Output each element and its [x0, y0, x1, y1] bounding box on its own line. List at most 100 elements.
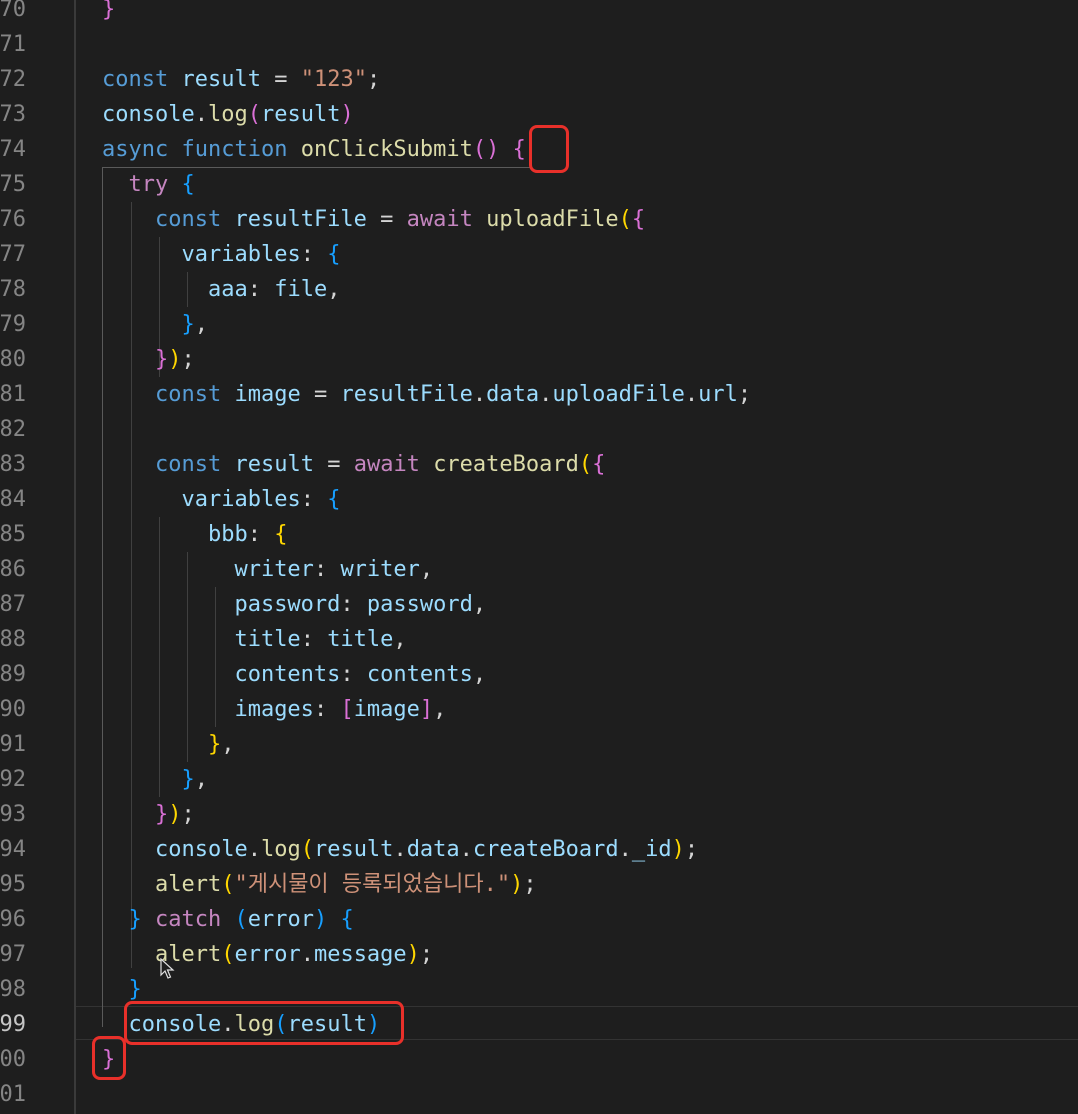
code-line[interactable]: 71 — [0, 27, 1078, 62]
code-line[interactable]: 70} — [0, 0, 1078, 27]
code-token: password — [366, 592, 473, 617]
code-line[interactable]: 81 const image = resultFile.data.uploadF… — [0, 377, 1078, 412]
line-number: 70 — [0, 0, 26, 22]
line-number: 73 — [0, 102, 26, 127]
code-token: : — [313, 557, 341, 582]
code-line[interactable]: 86 writer: writer, — [0, 552, 1078, 587]
code-token: ( — [234, 907, 248, 932]
code-line[interactable]: 96 } catch (error) { — [0, 902, 1078, 937]
line-number: 93 — [0, 802, 26, 827]
code-token: , — [327, 277, 341, 302]
code-token: ) — [510, 872, 524, 897]
code-line[interactable]: 91 }, — [0, 727, 1078, 762]
code-token: = — [313, 452, 354, 477]
code-token: } — [181, 767, 195, 792]
code-text: aaa: file, — [102, 272, 340, 307]
code-token: error — [247, 907, 314, 932]
code-text: variables: { — [102, 237, 340, 272]
code-token: . — [459, 837, 473, 862]
line-number: 80 — [0, 347, 26, 372]
line-number: 76 — [0, 207, 26, 232]
code-line[interactable]: 88 title: title, — [0, 622, 1078, 657]
highlight-open-brace — [529, 125, 569, 173]
code-line[interactable]: 85 bbb: { — [0, 517, 1078, 552]
code-line[interactable]: 90 images: [image], — [0, 692, 1078, 727]
code-text: const image = resultFile.data.uploadFile… — [102, 377, 751, 412]
code-text: contents: contents, — [102, 657, 486, 692]
code-token: createBoard — [472, 837, 619, 862]
code-token: } — [128, 907, 142, 932]
code-line[interactable]: 101 — [0, 1077, 1078, 1112]
code-token: . — [300, 942, 314, 967]
code-line[interactable]: 78 aaa: file, — [0, 272, 1078, 307]
code-token: const — [154, 382, 222, 407]
line-number: 100 — [0, 1047, 26, 1072]
code-token: , — [472, 662, 487, 687]
code-token: , — [472, 592, 487, 617]
code-line[interactable]: 79 }, — [0, 307, 1078, 342]
line-number: 88 — [0, 627, 26, 652]
code-token: { — [327, 487, 341, 512]
code-token: createBoard — [433, 452, 579, 477]
code-line[interactable]: 77 variables: { — [0, 237, 1078, 272]
code-token: ) — [406, 942, 420, 967]
code-line[interactable]: 76 const resultFile = await uploadFile({ — [0, 202, 1078, 237]
line-number: 83 — [0, 452, 26, 477]
code-line[interactable]: 83 const result = await createBoard({ — [0, 447, 1078, 482]
code-text: bbb: { — [102, 517, 288, 552]
code-text: title: title, — [102, 622, 407, 657]
code-token: ) — [168, 802, 182, 827]
code-token: : — [300, 487, 328, 512]
code-line[interactable]: 80 }); — [0, 342, 1078, 377]
code-line[interactable]: 87 password: password, — [0, 587, 1078, 622]
code-token: result — [260, 102, 341, 127]
code-line[interactable]: 93 }); — [0, 797, 1078, 832]
code-token: , — [393, 627, 407, 652]
code-line[interactable]: 92 }, — [0, 762, 1078, 797]
code-line[interactable]: 72 const result = "123"; — [0, 62, 1078, 97]
code-token: { — [592, 452, 606, 477]
code-token: . — [539, 382, 553, 407]
code-text: writer: writer, — [102, 552, 433, 587]
code-text: async function onClickSubmit() { — [102, 132, 526, 167]
line-number: 96 — [0, 907, 26, 932]
code-token: log — [260, 837, 301, 862]
code-line[interactable]: 100} — [0, 1042, 1078, 1077]
code-token: contents — [234, 662, 341, 687]
code-token: "게시물이 등록되었습니다." — [234, 872, 511, 897]
code-editor[interactable]: 70} 71 72 const result = "123"; 73 console.lo… — [0, 0, 1078, 1114]
code-token: ; — [366, 67, 381, 92]
line-number: 99 — [0, 1012, 26, 1037]
code-line[interactable]: 95 alert("게시물이 등록되었습니다."); — [0, 867, 1078, 902]
code-text: }); — [102, 797, 195, 832]
line-number: 91 — [0, 732, 26, 757]
code-line[interactable]: 94 console.log(result.data.createBoard._… — [0, 832, 1078, 867]
code-token: console — [102, 102, 195, 127]
code-token: ) — [313, 907, 328, 932]
line-number: 87 — [0, 592, 26, 617]
code-token: ( — [221, 942, 235, 967]
code-line[interactable]: 84 variables: { — [0, 482, 1078, 517]
code-token: : — [340, 592, 367, 617]
code-line[interactable]: 82 — [0, 412, 1078, 447]
code-line[interactable]: 89 contents: contents, — [0, 657, 1078, 692]
code-token: "123" — [300, 67, 367, 92]
code-token: const — [102, 67, 169, 92]
code-text: const result = "123"; — [102, 62, 380, 97]
line-number: 82 — [0, 417, 26, 442]
line-number: 101 — [0, 1082, 26, 1107]
code-token: . — [194, 102, 208, 127]
